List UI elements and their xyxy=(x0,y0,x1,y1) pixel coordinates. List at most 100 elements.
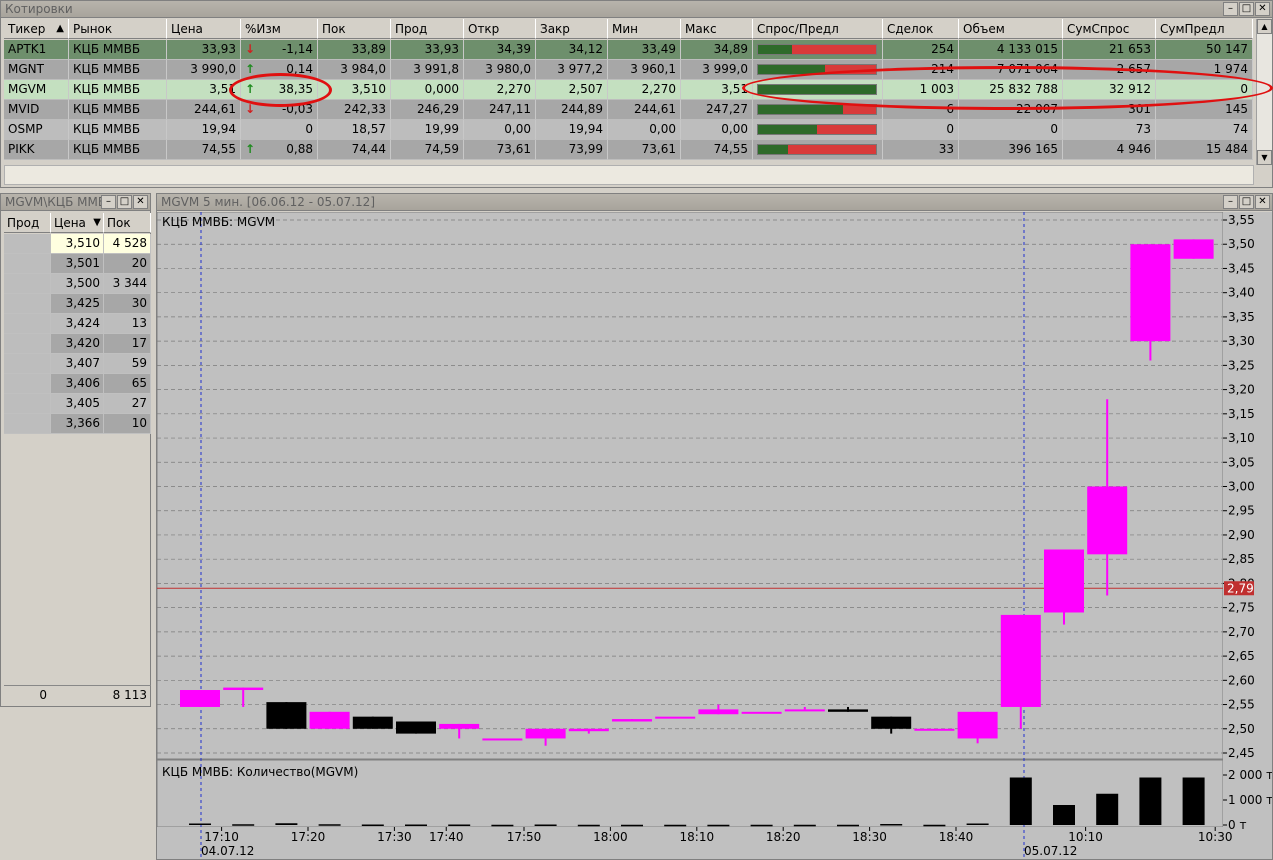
cell-market: КЦБ ММВБ xyxy=(69,40,167,60)
close-icon[interactable]: ✕ xyxy=(133,195,148,209)
minimize-icon[interactable]: – xyxy=(1223,195,1238,209)
cell-min: 73,61 xyxy=(608,140,681,160)
column-header-volume[interactable]: Объем xyxy=(959,19,1063,39)
volume-bar xyxy=(621,824,643,827)
change-value: -0,03 xyxy=(281,102,313,116)
order-book-titlebar[interactable]: MGVM\КЦБ ММВБ – □ ✕ xyxy=(1,194,150,211)
book-row[interactable]: 3,407 59 xyxy=(4,354,151,374)
time-tick-label: 18:10 xyxy=(680,830,715,844)
book-cell-ask xyxy=(4,354,51,374)
column-header-chg[interactable]: %Изм xyxy=(241,19,318,39)
column-header-deals[interactable]: Сделок xyxy=(883,19,959,39)
candle-body xyxy=(1087,486,1128,555)
book-row[interactable]: 3,420 17 xyxy=(4,334,151,354)
candle-body xyxy=(525,728,566,739)
column-header-ask[interactable]: Прод xyxy=(391,19,464,39)
quote-row-mvid[interactable]: MVID КЦБ ММВБ 244,61 ↓ -0,03 242,33 246,29 247,… xyxy=(4,100,1253,120)
price-chart[interactable]: 3,55 3,50 3,45 3,40 3,35 3,30 3,25 3,20 3,15 3,10… xyxy=(157,212,1272,859)
volume-bar xyxy=(1053,805,1075,825)
close-icon[interactable]: ✕ xyxy=(1255,195,1270,209)
volume-bar xyxy=(707,824,730,827)
price-tick-label: 2,65 xyxy=(1228,649,1255,663)
book-cell-price: 3,406 xyxy=(51,374,104,394)
candle-body xyxy=(784,709,825,712)
candle-body xyxy=(957,711,998,739)
book-header-bid[interactable]: Пок xyxy=(104,213,151,233)
candle-body xyxy=(482,738,523,741)
column-header-sum_ask[interactable]: СумПредл xyxy=(1156,19,1253,39)
sort-asc-icon[interactable]: ▲ xyxy=(56,19,64,38)
minimize-icon[interactable]: – xyxy=(101,195,116,209)
column-header-market[interactable]: Рынок xyxy=(69,19,167,39)
bid-share-fill xyxy=(758,45,793,54)
book-row[interactable]: 3,424 13 xyxy=(4,314,151,334)
order-book-footer: 0 8 113 xyxy=(4,685,151,704)
maximize-icon[interactable]: □ xyxy=(117,195,132,209)
quote-row-aptk1[interactable]: APTK1 КЦБ ММВБ 33,93 ↓ -1,14 33,89 33,93 34,39 3… xyxy=(4,40,1253,60)
cell-market: КЦБ ММВБ xyxy=(69,80,167,100)
time-tick-label: 17:20 xyxy=(291,830,326,844)
close-icon[interactable]: ✕ xyxy=(1255,2,1270,16)
price-tick-label: 2,60 xyxy=(1228,673,1255,687)
book-cell-bid: 17 xyxy=(104,334,151,354)
book-cell-bid: 4 528 xyxy=(104,234,151,254)
cell-deals: 0 xyxy=(883,120,959,140)
change-cell: ↑ 38,35 xyxy=(241,80,318,100)
change-value: -1,14 xyxy=(281,42,313,56)
book-cell-bid: 27 xyxy=(104,394,151,414)
book-header-ask[interactable]: Прод xyxy=(4,213,51,233)
book-row[interactable]: 3,425 30 xyxy=(4,294,151,314)
minimize-icon[interactable]: – xyxy=(1223,2,1238,16)
column-header-bid[interactable]: Пок xyxy=(318,19,391,39)
chart-titlebar[interactable]: MGVM 5 мин. [06.06.12 - 05.07.12] – □ ✕ xyxy=(157,194,1272,211)
book-cell-ask xyxy=(4,414,51,434)
price-tick-label: 3,05 xyxy=(1228,455,1255,469)
arrow-up-icon: ↑ xyxy=(245,62,256,76)
scroll-up-icon[interactable]: ▲ xyxy=(1257,19,1272,34)
column-header-min[interactable]: Мин xyxy=(608,19,681,39)
cell-price: 33,93 xyxy=(167,40,241,60)
volume-bar xyxy=(1096,793,1119,825)
quote-row-mgnt[interactable]: MGNT КЦБ ММВБ 3 990,0 ↑ 0,14 3 984,0 3 991,8 3 … xyxy=(4,60,1253,80)
volume-bar xyxy=(577,824,600,827)
bid-ask-bar xyxy=(753,40,883,60)
column-header-open[interactable]: Откр xyxy=(464,19,536,39)
column-header-bar[interactable]: Спрос/Предл xyxy=(753,19,883,39)
maximize-icon[interactable]: □ xyxy=(1239,2,1254,16)
scroll-down-icon[interactable]: ▼ xyxy=(1257,150,1272,165)
maximize-icon[interactable]: □ xyxy=(1239,195,1254,209)
cell-sum_bid: 301 xyxy=(1063,100,1156,120)
sort-desc-icon[interactable]: ▼ xyxy=(93,213,101,233)
quote-row-osmp[interactable]: OSMP КЦБ ММВБ 19,94 0 18,57 19,99 0,00 19,94 0,0… xyxy=(4,120,1253,140)
cell-ticker: APTK1 xyxy=(4,40,69,60)
quotes-titlebar[interactable]: Котировки – □ ✕ xyxy=(1,1,1272,18)
book-cell-bid: 30 xyxy=(104,294,151,314)
column-header-ticker[interactable]: Тикер ▲ xyxy=(4,19,69,39)
cell-sum_ask: 74 xyxy=(1156,120,1253,140)
candle-body xyxy=(828,709,868,712)
column-header-close[interactable]: Закр xyxy=(536,19,608,39)
book-row[interactable]: 3,406 65 xyxy=(4,374,151,394)
column-header-max[interactable]: Макс xyxy=(681,19,753,39)
column-header-price[interactable]: Цена xyxy=(167,19,241,39)
bid-ask-bar xyxy=(753,60,883,80)
book-row[interactable]: 3,510 4 528 xyxy=(4,234,151,254)
book-cell-ask xyxy=(4,334,51,354)
book-row[interactable]: 3,501 20 xyxy=(4,254,151,274)
book-header-price[interactable]: Цена ▼ xyxy=(51,213,104,233)
column-header-sum_bid[interactable]: СумСпрос xyxy=(1063,19,1156,39)
quotes-horizontal-scrollbar[interactable] xyxy=(4,165,1254,185)
quote-row-mgvm[interactable]: MGVM КЦБ ММВБ 3,51 ↑ 38,35 3,510 0,000 2,270 2,5… xyxy=(4,80,1253,100)
arrow-up-icon: ↑ xyxy=(245,142,256,156)
book-row[interactable]: 3,500 3 344 xyxy=(4,274,151,294)
candle-body xyxy=(223,687,264,691)
cell-deals: 33 xyxy=(883,140,959,160)
cell-price: 3,51 xyxy=(167,80,241,100)
book-row[interactable]: 3,405 27 xyxy=(4,394,151,414)
cell-sum_bid: 32 912 xyxy=(1063,80,1156,100)
cell-max: 3 999,0 xyxy=(681,60,753,80)
quotes-vertical-scrollbar[interactable]: ▲ ▼ xyxy=(1256,19,1272,165)
quote-row-pikk[interactable]: PIKK КЦБ ММВБ 74,55 ↑ 0,88 74,44 74,59 73,61 73,… xyxy=(4,140,1253,160)
cell-min: 33,49 xyxy=(608,40,681,60)
book-row[interactable]: 3,366 10 xyxy=(4,414,151,434)
